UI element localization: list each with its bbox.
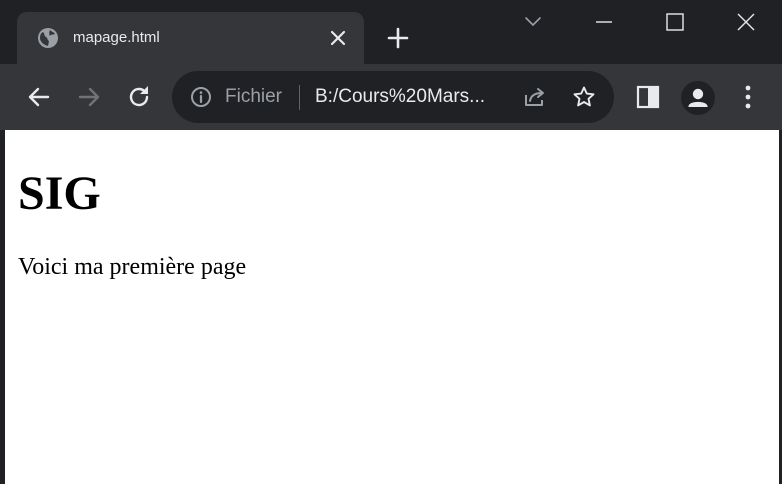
plus-icon[interactable] xyxy=(386,26,410,50)
window-close-icon[interactable] xyxy=(736,12,756,32)
star-icon[interactable] xyxy=(572,85,596,109)
page-paragraph: Voici ma première page xyxy=(18,254,247,280)
tab-title: mapage.html xyxy=(73,29,160,46)
omnibox-divider xyxy=(299,85,300,110)
side-panel-icon[interactable] xyxy=(636,85,660,109)
url-text[interactable]: B:/Cours%20Mars... xyxy=(315,86,485,108)
page-viewport: SIG Voici ma première page xyxy=(5,130,779,484)
arrow-left-icon[interactable] xyxy=(25,83,53,111)
tab-strip: mapage.html xyxy=(0,0,782,64)
arrow-right-icon[interactable] xyxy=(75,83,103,111)
kebab-menu-icon[interactable] xyxy=(736,83,760,111)
maximize-icon[interactable] xyxy=(665,12,685,32)
info-icon[interactable] xyxy=(190,86,212,108)
close-icon[interactable] xyxy=(328,28,348,48)
browser-window: mapage.html Fichier B:/Cours%20Mars... S… xyxy=(0,0,782,484)
globe-icon xyxy=(37,27,59,49)
tab-mapage[interactable]: mapage.html xyxy=(17,12,364,64)
chevron-down-icon[interactable] xyxy=(523,13,543,31)
page-heading: SIG xyxy=(18,167,101,220)
address-bar[interactable]: Fichier B:/Cours%20Mars... xyxy=(172,71,614,123)
share-icon[interactable] xyxy=(522,85,548,109)
avatar-icon[interactable] xyxy=(681,81,715,115)
reload-icon[interactable] xyxy=(125,83,153,111)
minimize-icon[interactable] xyxy=(594,12,614,32)
scheme-label: Fichier xyxy=(225,86,283,107)
toolbar: Fichier B:/Cours%20Mars... xyxy=(0,64,782,130)
